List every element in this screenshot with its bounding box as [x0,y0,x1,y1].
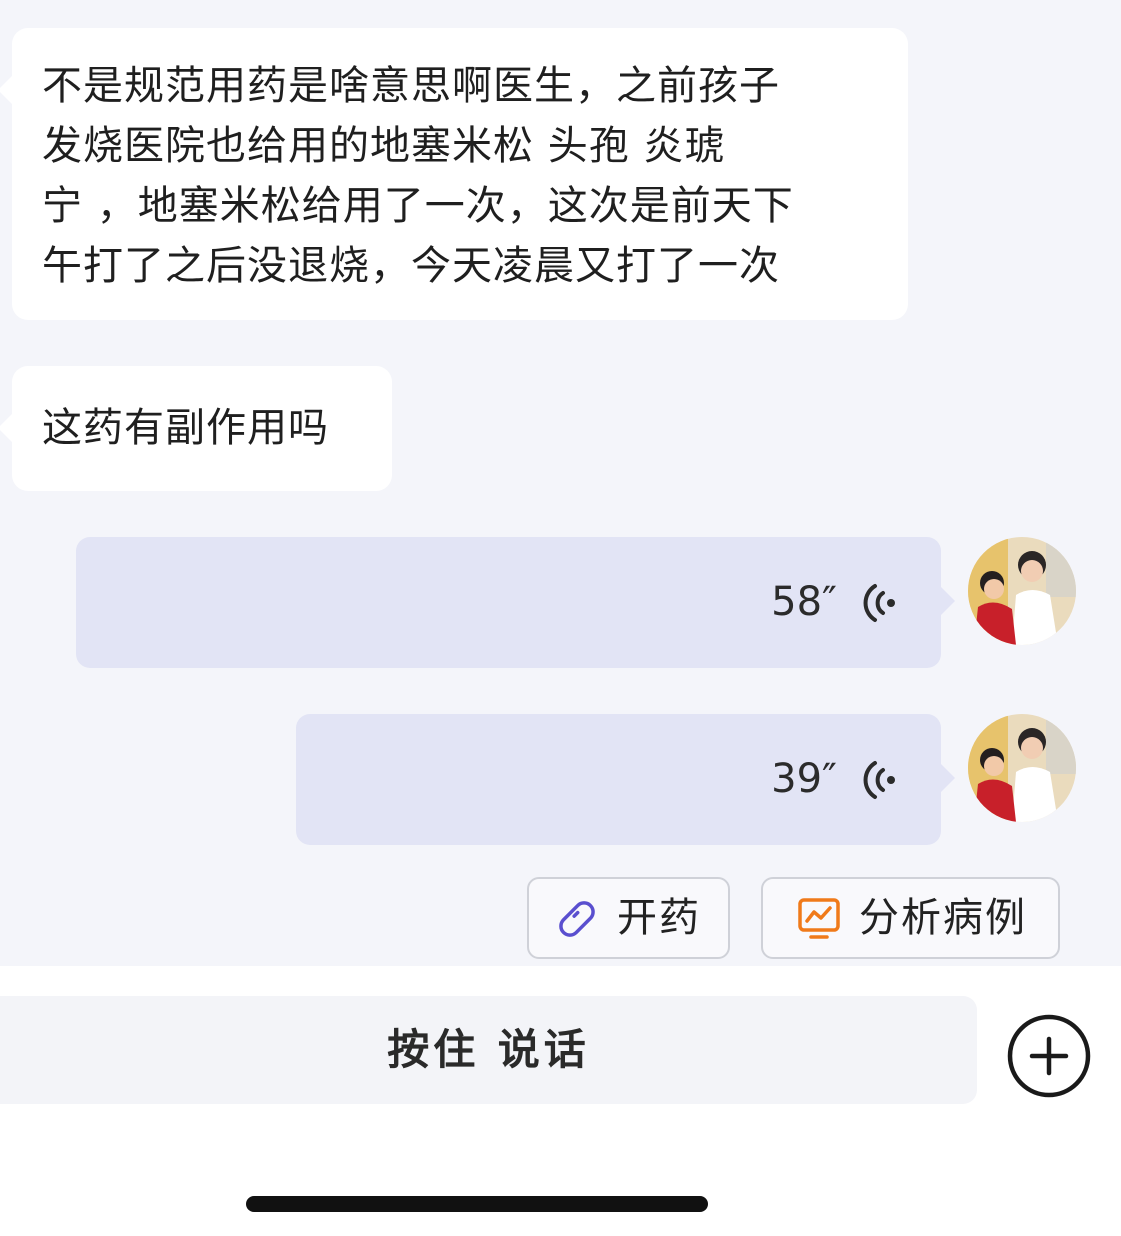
patient-message-bubble[interactable]: 这药有副作用吗 [0,366,392,491]
voice-wave-icon [863,584,895,622]
doctor-avatar-image [968,537,1076,645]
prescribe-button[interactable]: 开药 [527,877,730,959]
analyze-case-button-label: 分析病例 [859,895,1027,941]
chat-area[interactable]: 不是规范用药是啥意思啊医生，之前孩子 发烧医院也给用的地塞米松 头孢 炎琥 宁 … [0,0,1121,966]
voice-message-bubble[interactable]: 58″ [76,537,955,668]
home-indicator[interactable] [246,1196,708,1212]
doctor-avatar[interactable] [968,714,1076,822]
voice-duration: 39″ [771,756,837,802]
patient-message-bubble[interactable]: 不是规范用药是啥意思啊医生，之前孩子 发烧医院也给用的地塞米松 头孢 炎琥 宁 … [0,28,908,320]
hold-to-talk-button[interactable]: 按住 说话 [0,996,977,1104]
input-bar: 按住 说话 [0,966,1121,1236]
doctor-avatar[interactable] [968,537,1076,645]
analyze-case-button[interactable]: 分析病例 [761,877,1060,959]
message-text: 这药有副作用吗 [42,405,329,451]
message-text-line: 不是规范用药是啥意思啊医生，之前孩子 [42,63,780,109]
pill-icon [559,901,595,937]
message-text-line: 宁 ，地塞米松给用了一次，这次是前天下 [42,183,794,229]
chart-monitor-icon [798,898,840,939]
prescribe-button-label: 开药 [617,895,701,941]
message-text-line: 午打了之后没退烧，今天凌晨又打了一次 [42,243,780,289]
doctor-avatar-image [968,714,1076,822]
voice-duration: 58″ [771,579,837,625]
voice-wave-icon [863,761,895,799]
plus-circle-icon[interactable] [1006,1013,1092,1099]
voice-message-bubble[interactable]: 39″ [296,714,955,845]
message-text-line: 发烧医院也给用的地塞米松 头孢 炎琥 [42,123,726,169]
